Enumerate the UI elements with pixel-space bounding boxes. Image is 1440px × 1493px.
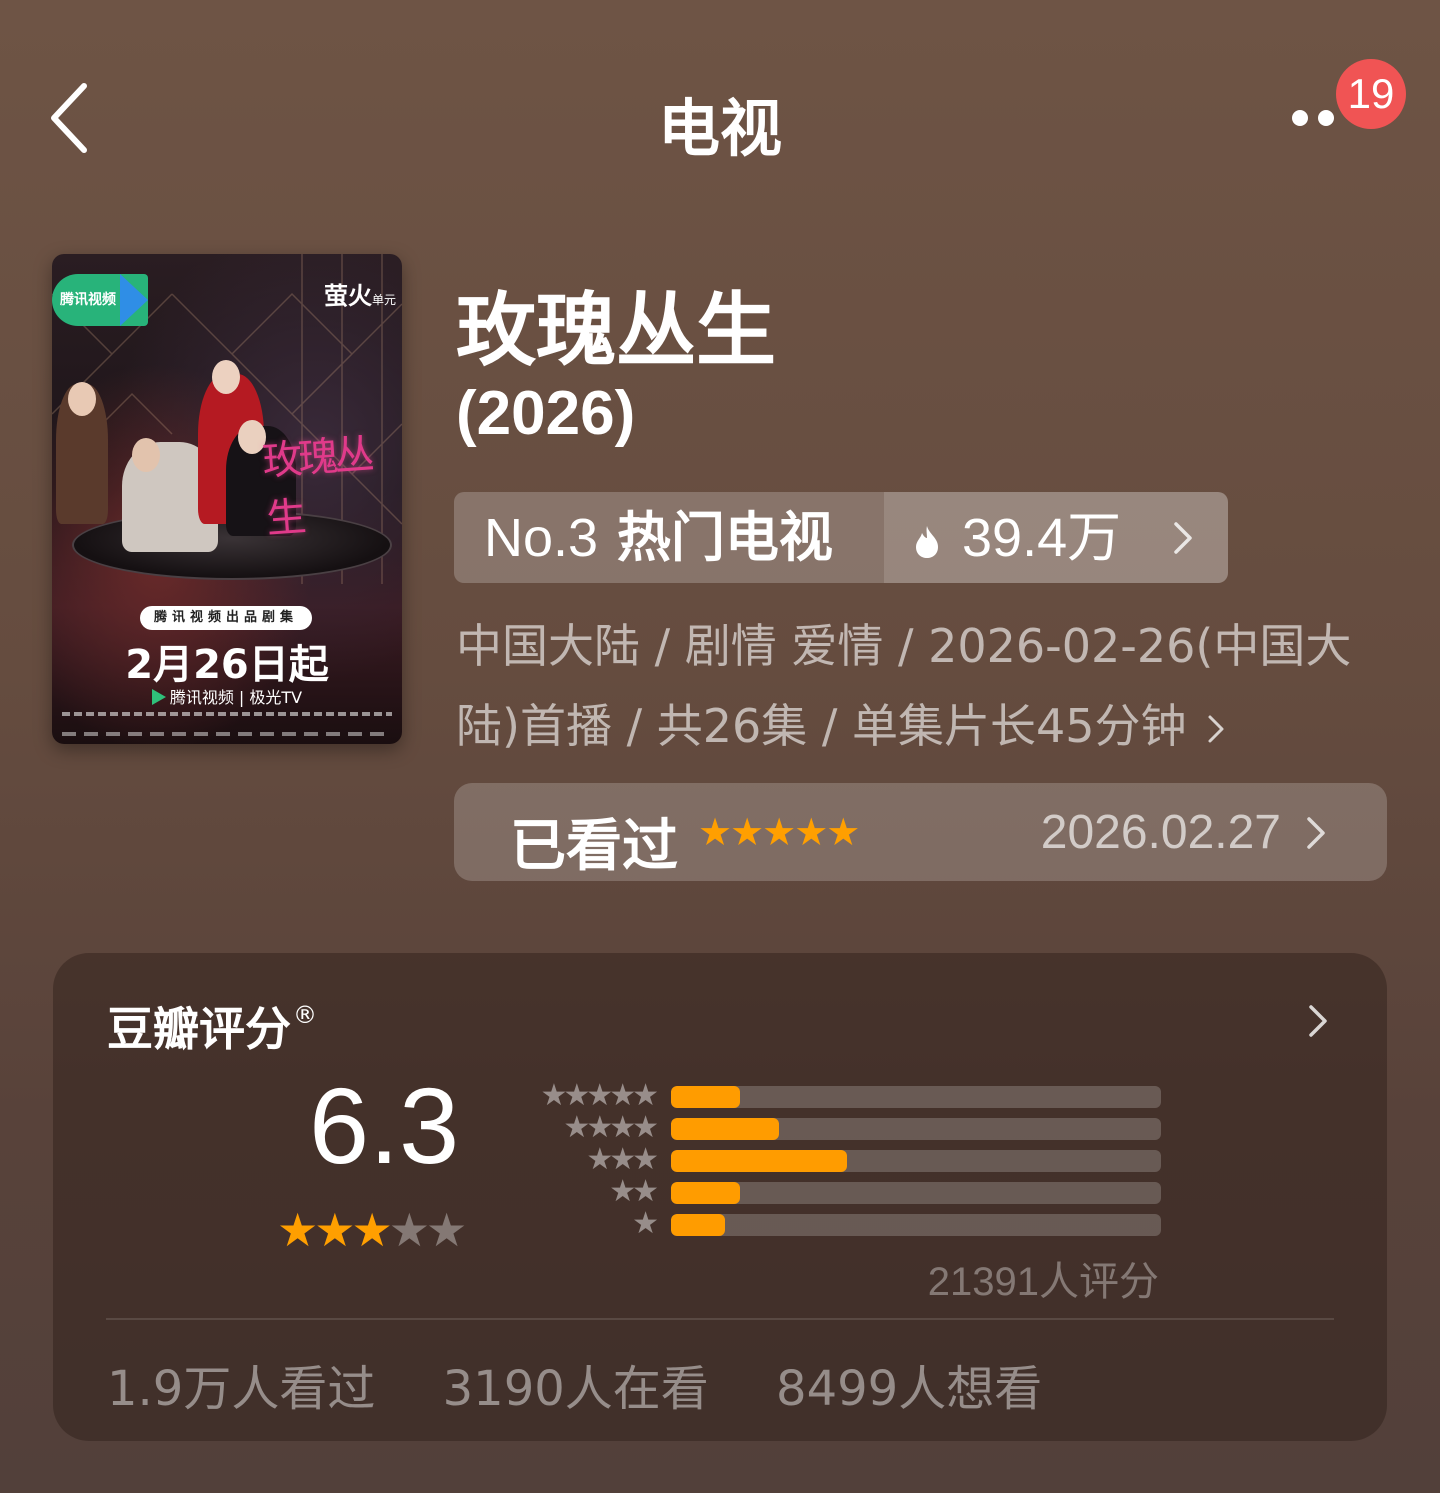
rating-score: 6.3 — [309, 1065, 460, 1186]
rating-count: 21391人评分 — [927, 1260, 1159, 1304]
rating-stars: ★★★★★ — [277, 1203, 467, 1257]
chevron-right-icon[interactable] — [1307, 1003, 1329, 1039]
ranking-bar[interactable]: No.3 热门电视 39.4万 — [454, 492, 1228, 583]
distribution-stars: ★★ — [609, 1174, 659, 1209]
chevron-right-icon — [1174, 522, 1192, 554]
distribution-bar-fill — [671, 1150, 847, 1172]
poster-face-2 — [212, 360, 240, 394]
distribution-bar-fill — [671, 1214, 725, 1236]
distribution-stars: ★★★★ — [563, 1110, 659, 1145]
divider — [106, 1318, 1334, 1320]
watching-count[interactable]: 3190人在看 — [443, 1361, 709, 1417]
show-meta-info[interactable]: 中国大陆 / 剧情 爱情 / 2026-02-26(中国大陆)首播 / 共26集… — [456, 606, 1406, 766]
douban-rating-card[interactable]: 豆瓣评分® 6.3 ★★★★★ ★★★★★ ★★★★ ★★★ ★★ ★ 21391人评分… — [53, 953, 1387, 1441]
my-rating-stars: ★★★★★ — [698, 810, 860, 854]
distribution-bar-track — [671, 1182, 1161, 1204]
distribution-stars: ★ — [632, 1206, 659, 1241]
poster-tag: 腾讯视频出品剧集 — [140, 606, 312, 630]
distribution-row: ★★★★★ — [513, 1078, 1163, 1113]
want-count[interactable]: 8499人想看 — [776, 1361, 1042, 1417]
poster-image[interactable]: 腾讯视频 萤火单元 玫瑰丛生 腾讯视频出品剧集 2月26日起 腾讯视频 | 极光… — [52, 254, 402, 744]
chevron-right-icon — [1208, 715, 1223, 743]
play-icon — [151, 689, 166, 705]
watched-date: 2026.02.27 — [1040, 806, 1281, 859]
distribution-bar-track — [671, 1214, 1161, 1236]
distribution-stars: ★★★★★ — [540, 1078, 660, 1113]
star-icon: ★ — [388, 1203, 430, 1257]
distribution-row: ★★★★ — [513, 1110, 1163, 1145]
poster-calligraphy-title: 玫瑰丛生 — [260, 431, 372, 543]
star-icon: ★ — [426, 1203, 467, 1257]
rank-label: No.3 热门电视 — [454, 492, 884, 583]
audience-stats: 1.9万人看过 3190人在看 8499人想看 — [107, 1349, 1094, 1419]
poster-credits-line — [62, 712, 392, 716]
poster-logo-right: 萤火单元 — [323, 281, 396, 310]
notification-badge: 19 — [1336, 59, 1406, 129]
fire-icon — [916, 526, 938, 558]
watched-status-bar[interactable]: 已看过 ★★★★★ 2026.02.27 — [454, 783, 1387, 881]
star-icon: ★ — [277, 1203, 318, 1257]
distribution-row: ★★ — [513, 1174, 1163, 1209]
distribution-bar-track — [671, 1150, 1161, 1172]
poster-logo-arrow-icon — [120, 274, 148, 326]
distribution-bar-fill — [671, 1118, 779, 1140]
page-title: 电视 — [657, 92, 782, 165]
distribution-bar-track — [671, 1118, 1161, 1140]
show-title: 玫瑰丛生 — [456, 284, 776, 377]
poster-producers-line — [62, 732, 392, 736]
poster-face-3 — [132, 438, 160, 472]
more-menu-icon[interactable] — [1288, 104, 1338, 132]
star-icon: ★ — [314, 1203, 355, 1257]
poster-face-1 — [68, 382, 96, 416]
distribution-row: ★ — [513, 1206, 1163, 1241]
chevron-right-icon — [1307, 817, 1325, 849]
poster-air-date: 2月26日起 — [125, 642, 329, 688]
heat-value: 39.4万 — [884, 492, 1228, 583]
distribution-stars: ★★★ — [586, 1142, 659, 1177]
distribution-bar-fill — [671, 1182, 740, 1204]
rating-title: 豆瓣评分® — [107, 1001, 317, 1056]
poster-platforms: 腾讯视频 | 极光TV — [52, 684, 402, 708]
watched-label: 已看过 — [510, 814, 678, 879]
show-year: (2026) — [456, 379, 636, 448]
watched-count[interactable]: 1.9万人看过 — [107, 1361, 375, 1417]
distribution-row: ★★★ — [513, 1142, 1163, 1177]
distribution-bar-fill — [671, 1086, 740, 1108]
distribution-bar-track — [671, 1086, 1161, 1108]
star-icon: ★ — [351, 1203, 393, 1257]
